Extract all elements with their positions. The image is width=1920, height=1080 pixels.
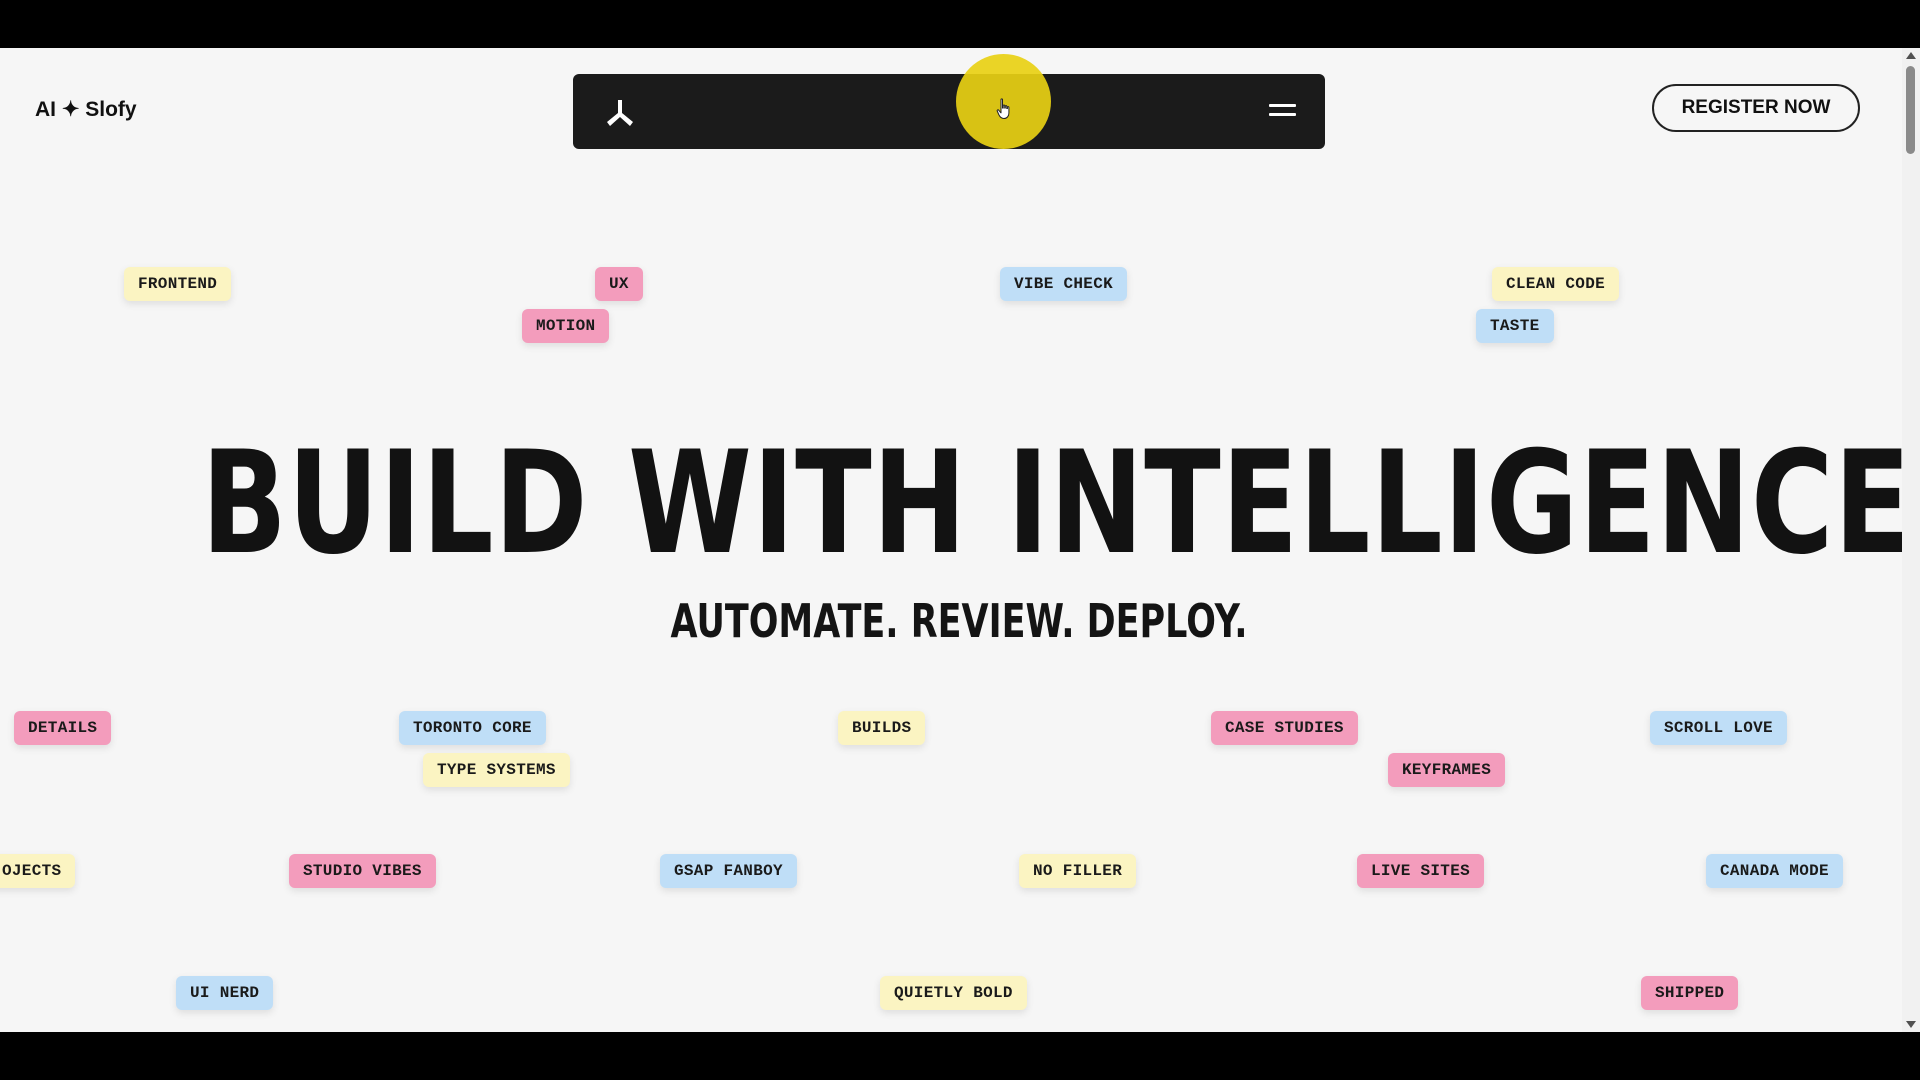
floating-tag[interactable]: CANADA MODE — [1706, 854, 1843, 888]
floating-tag[interactable]: BUILDS — [838, 711, 926, 745]
floating-tag[interactable]: TASTE — [1476, 309, 1554, 343]
floating-tag[interactable]: VIBE CHECK — [1000, 267, 1128, 301]
brand-logo[interactable]: AI ✦ Slofy — [35, 97, 137, 122]
floating-tag[interactable]: MOTION — [522, 309, 610, 343]
vertical-scrollbar[interactable] — [1902, 48, 1920, 1032]
floating-tag[interactable]: DETAILS — [14, 711, 112, 745]
scroll-down-arrow-icon[interactable] — [1906, 1021, 1916, 1028]
screen-bottom-letterbox — [0, 1032, 1920, 1080]
floating-tag[interactable]: UX — [595, 267, 643, 301]
floating-tag[interactable]: NO FILLER — [1019, 854, 1137, 888]
floating-tag[interactable]: TYPE SYSTEMS — [423, 753, 570, 787]
top-navigation-bar — [573, 74, 1325, 149]
register-now-button[interactable]: REGISTER NOW — [1652, 84, 1860, 132]
floating-tag[interactable]: FRONTEND — [124, 267, 232, 301]
floating-tag[interactable]: LIVE SITES — [1357, 854, 1485, 888]
hamburger-menu-icon[interactable] — [1269, 104, 1296, 118]
floating-tag[interactable]: QUIETLY BOLD — [880, 976, 1027, 1010]
scrollbar-thumb[interactable] — [1906, 66, 1915, 154]
floating-tag[interactable]: UI NERD — [176, 976, 274, 1010]
floating-tag[interactable]: TORONTO CORE — [399, 711, 546, 745]
floating-tag[interactable]: CLEAN CODE — [1492, 267, 1620, 301]
screen-top-letterbox — [0, 0, 1920, 48]
tri-blade-logo-icon[interactable] — [605, 98, 635, 128]
hero-headline: BUILD WITH INTELLIGENCE — [201, 421, 1902, 586]
floating-tag[interactable]: SHIPPED — [1641, 976, 1739, 1010]
floating-tag[interactable]: CASE STUDIES — [1211, 711, 1358, 745]
floating-tag[interactable]: KEYFRAMES — [1388, 753, 1506, 787]
floating-tag[interactable]: SCROLL LOVE — [1650, 711, 1787, 745]
floating-tag[interactable]: OJECTS — [0, 854, 76, 888]
page-viewport: AI ✦ Slofy REGISTER NOW FRONTEND UX MOTION… — [0, 48, 1902, 1032]
hand-pointer-cursor-icon — [996, 98, 1010, 120]
hero-subheadline: AUTOMATE. REVIEW. DEPLOY. — [670, 594, 1248, 648]
floating-tag[interactable]: GSAP FANBOY — [660, 854, 797, 888]
floating-tag[interactable]: STUDIO VIBES — [289, 854, 436, 888]
scroll-up-arrow-icon[interactable] — [1906, 52, 1916, 59]
